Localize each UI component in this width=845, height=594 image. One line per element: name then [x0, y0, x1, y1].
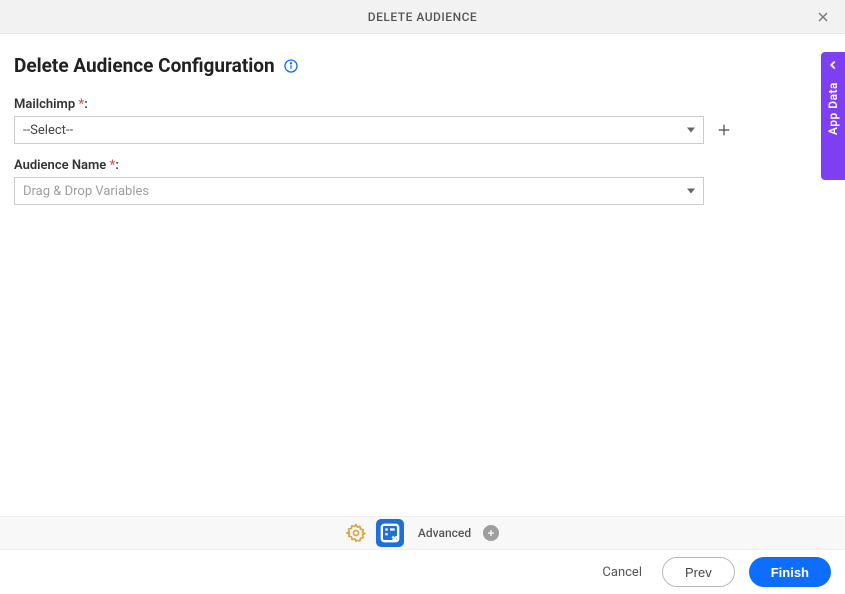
audience-field-group: Audience Name *: Drag & Drop Variables — [14, 158, 831, 205]
info-icon[interactable] — [283, 58, 299, 74]
audience-label: Audience Name *: — [14, 158, 831, 173]
mailchimp-field-group: Mailchimp *: --Select-- — [14, 97, 831, 144]
caret-down-icon — [687, 128, 695, 133]
modal-title: DELETE AUDIENCE — [368, 10, 477, 24]
bottom-toolbar: Advanced — [0, 516, 845, 550]
audience-label-text: Audience Name — [14, 158, 110, 173]
expand-advanced-button[interactable] — [483, 525, 499, 541]
plus-icon — [716, 122, 732, 138]
add-connection-button[interactable] — [714, 120, 734, 140]
settings-button[interactable] — [346, 523, 366, 543]
prev-button[interactable]: Prev — [662, 557, 735, 587]
modal-header: DELETE AUDIENCE — [0, 0, 845, 34]
app-data-panel-toggle[interactable]: App Data — [821, 52, 845, 180]
chevron-left-icon — [826, 58, 840, 72]
footer: Cancel Prev Finish — [0, 550, 845, 594]
audience-placeholder: Drag & Drop Variables — [23, 184, 149, 199]
colon: : — [84, 97, 88, 112]
finish-button[interactable]: Finish — [749, 557, 831, 587]
close-icon — [815, 9, 831, 25]
page-title: Delete Audience Configuration — [14, 54, 275, 77]
cancel-button[interactable]: Cancel — [596, 565, 648, 580]
content-area: Delete Audience Configuration Mailchimp … — [0, 34, 845, 239]
gear-icon — [346, 523, 366, 543]
mailchimp-row: --Select-- — [14, 116, 831, 144]
app-data-label: App Data — [826, 82, 840, 135]
mailchimp-label: Mailchimp *: — [14, 97, 831, 112]
advanced-label: Advanced — [418, 526, 471, 540]
plus-circle-icon — [486, 528, 496, 538]
form-icon — [376, 519, 404, 547]
close-button[interactable] — [813, 7, 833, 27]
mailchimp-select-value: --Select-- — [23, 123, 73, 138]
form-view-button[interactable] — [376, 519, 404, 547]
page-title-row: Delete Audience Configuration — [14, 54, 831, 77]
mailchimp-label-text: Mailchimp — [14, 97, 78, 112]
audience-name-input[interactable]: Drag & Drop Variables — [14, 177, 704, 205]
colon: : — [115, 158, 119, 173]
mailchimp-select[interactable]: --Select-- — [14, 116, 704, 144]
caret-down-icon — [687, 189, 695, 194]
